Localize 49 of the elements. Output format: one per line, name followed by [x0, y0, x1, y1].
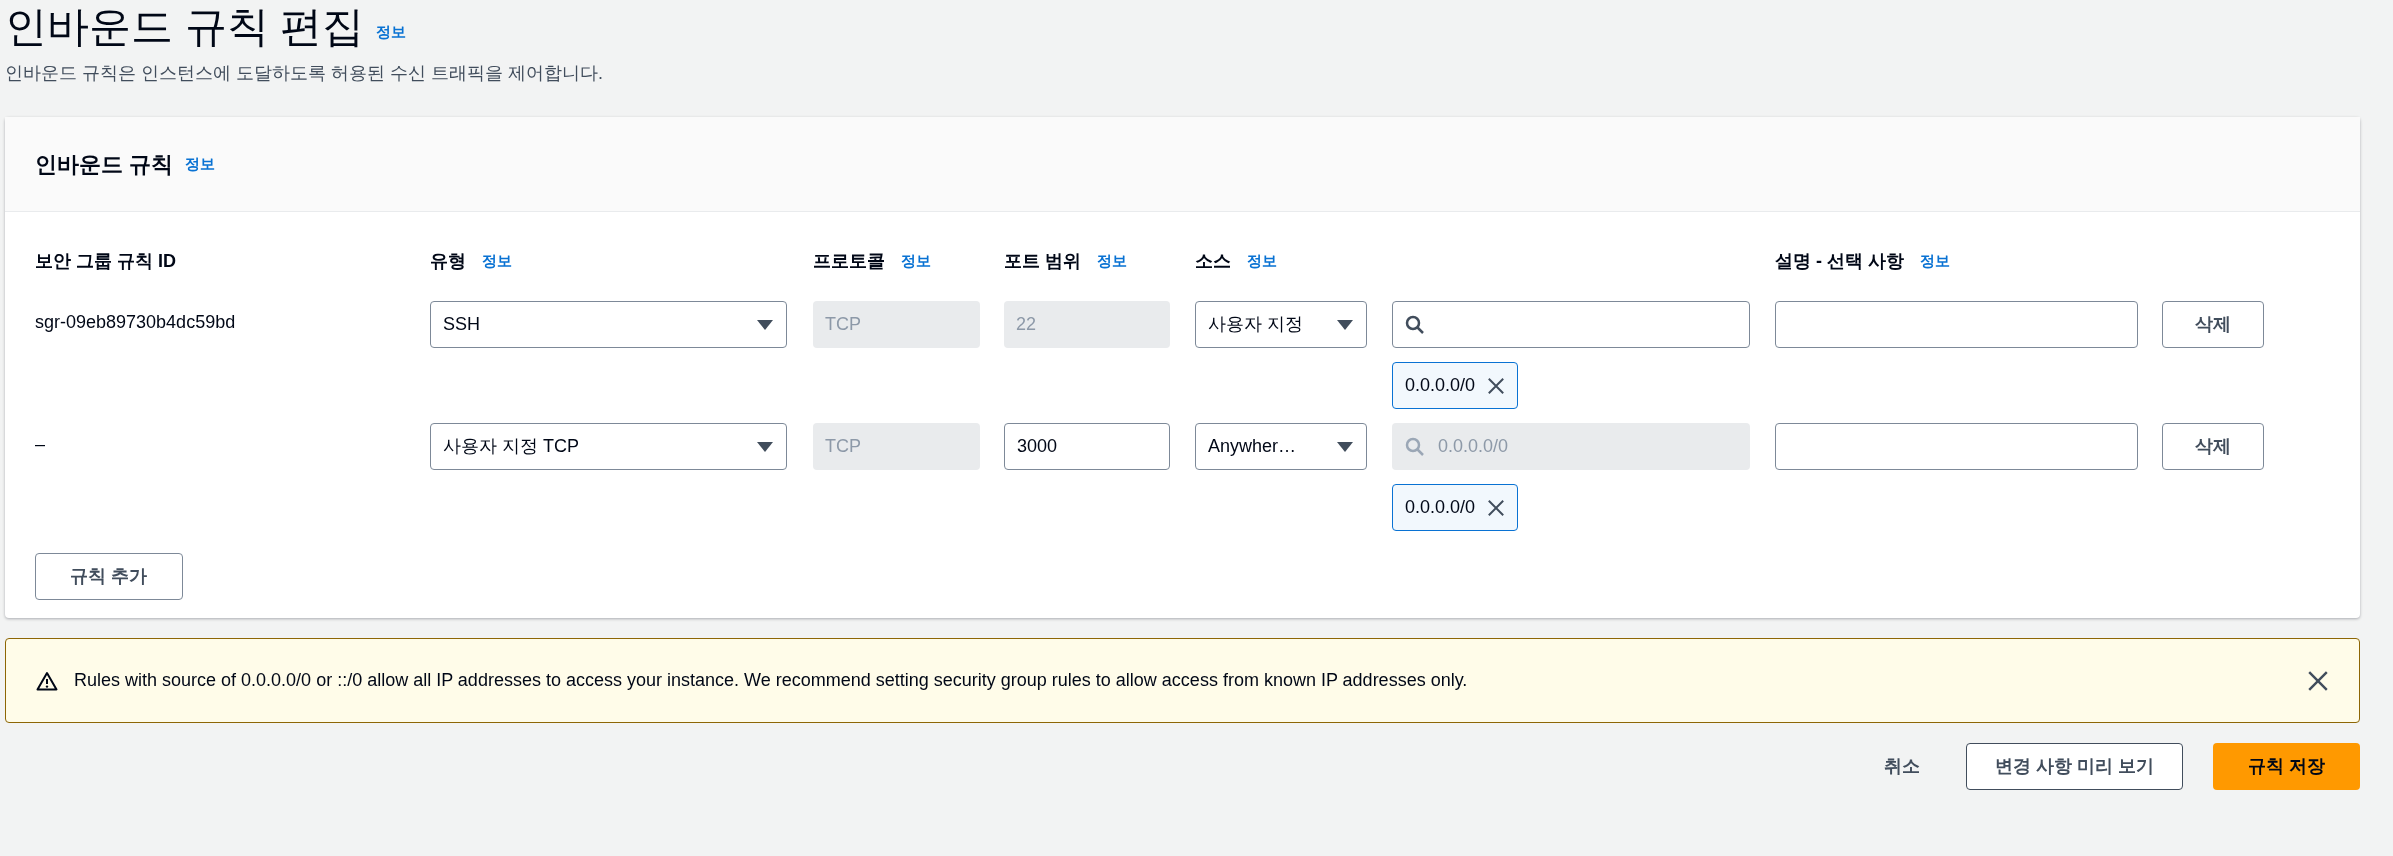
rule-id: sgr-09eb89730b4dc59bd — [35, 311, 237, 334]
page-title: 인바운드 규칙 편집 — [5, 2, 365, 52]
port-field: 22 — [1004, 301, 1170, 348]
info-link[interactable]: 정보 — [482, 250, 512, 273]
info-link[interactable]: 정보 — [1097, 250, 1127, 273]
cancel-button[interactable]: 취소 — [1868, 743, 1936, 790]
caret-down-icon — [1336, 318, 1354, 331]
caret-down-icon — [756, 440, 774, 453]
close-icon[interactable] — [2307, 669, 2329, 692]
column-header: 유형 — [430, 250, 466, 273]
add-rule-button[interactable]: 규칙 추가 — [35, 553, 183, 600]
type-select[interactable]: 사용자 지정 TCP — [430, 423, 787, 470]
cidr-token: 0.0.0.0/0 — [1392, 484, 1519, 531]
card-title: 인바운드 규칙 — [35, 150, 174, 179]
description-field[interactable] — [1775, 301, 2138, 348]
column-header: 포트 범위 — [1004, 250, 1081, 273]
source-search-field: 0.0.0.0/0 — [1392, 423, 1750, 470]
protocol-field: TCP — [813, 423, 980, 470]
column-header: 보안 그룹 규칙 ID — [35, 250, 176, 273]
column-header: 소스 — [1195, 250, 1231, 273]
source-select[interactable]: 사용자 지정 — [1195, 301, 1367, 348]
cidr-token: 0.0.0.0/0 — [1392, 362, 1519, 409]
delete-button[interactable]: 삭제 — [2162, 301, 2264, 348]
info-link[interactable]: 정보 — [1247, 250, 1277, 273]
type-select[interactable]: SSH — [430, 301, 787, 348]
info-link[interactable]: 정보 — [1920, 250, 1950, 273]
caret-down-icon — [1336, 440, 1354, 453]
rule-id: – — [35, 433, 46, 456]
column-header: 프로토콜 — [813, 250, 885, 273]
preview-changes-button[interactable]: 변경 사항 미리 보기 — [1966, 743, 2183, 790]
remove-icon[interactable] — [1487, 376, 1506, 395]
warning-text: Rules with source of 0.0.0.0/0 or ::/0 allow all IP addresses to access your instance. We recommend setting security group rules to allow access from known IP addresses only. — [74, 669, 1469, 692]
search-icon — [1405, 315, 1425, 335]
info-link[interactable]: 정보 — [376, 23, 407, 40]
search-icon — [1405, 437, 1425, 457]
delete-button[interactable]: 삭제 — [2162, 423, 2264, 470]
warning-icon — [36, 670, 58, 691]
source-search-field[interactable] — [1392, 301, 1750, 348]
description-field[interactable] — [1775, 423, 2138, 470]
page-description: 인바운드 규칙은 인스턴스에 도달하도록 허용된 수신 트래픽을 제어합니다. — [5, 62, 604, 85]
caret-down-icon — [756, 318, 774, 331]
port-field[interactable]: 3000 — [1004, 423, 1170, 470]
info-link[interactable]: 정보 — [185, 152, 216, 176]
save-rules-button[interactable]: 규칙 저장 — [2213, 743, 2360, 790]
info-link[interactable]: 정보 — [901, 250, 931, 273]
protocol-field: TCP — [813, 301, 980, 348]
column-header: 설명 - 선택 사항 — [1775, 250, 1904, 273]
source-select[interactable]: Anywher… — [1195, 423, 1367, 470]
remove-icon[interactable] — [1487, 498, 1506, 517]
